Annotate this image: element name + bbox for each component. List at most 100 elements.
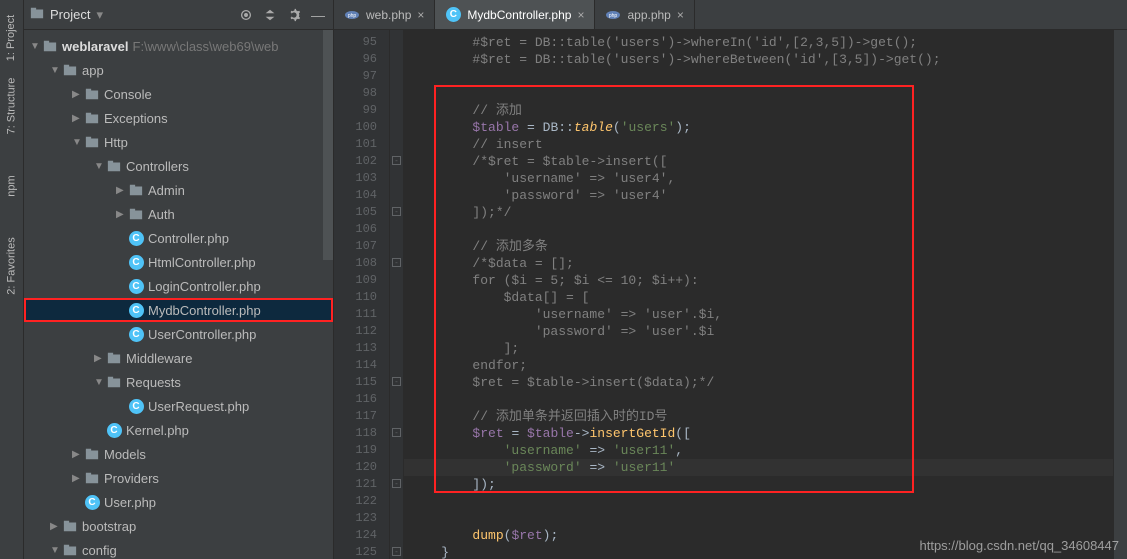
- class-file-icon: C: [128, 278, 144, 294]
- rail-item-favorites[interactable]: 2: Favorites: [6, 237, 18, 294]
- line-number[interactable]: 95: [334, 34, 377, 51]
- line-number[interactable]: 120: [334, 459, 377, 476]
- tree-file-logincontroller-php[interactable]: CLoginController.php: [24, 274, 333, 298]
- tree-file-userrequest-php[interactable]: CUserRequest.php: [24, 394, 333, 418]
- php-file-icon: php: [344, 7, 360, 23]
- line-number[interactable]: 96: [334, 51, 377, 68]
- editor-main: phpweb.php×CMydbController.php×phpapp.ph…: [334, 0, 1127, 559]
- tree-file-htmlcontroller-php[interactable]: CHtmlController.php: [24, 250, 333, 274]
- line-number[interactable]: 109: [334, 272, 377, 289]
- line-number[interactable]: 116: [334, 391, 377, 408]
- line-number[interactable]: 101: [334, 136, 377, 153]
- tree-folder-bootstrap[interactable]: ▶bootstrap: [24, 514, 333, 538]
- tree-file-user-php[interactable]: CUser.php: [24, 490, 333, 514]
- line-number[interactable]: 113: [334, 340, 377, 357]
- tree-folder-auth[interactable]: ▶Auth: [24, 202, 333, 226]
- line-number[interactable]: 103: [334, 170, 377, 187]
- rail-item-npm[interactable]: npm: [6, 175, 18, 196]
- tree-scrollbar[interactable]: [323, 30, 333, 260]
- collapse-icon[interactable]: [261, 6, 279, 24]
- line-number[interactable]: 97: [334, 68, 377, 85]
- class-file-icon: C: [128, 254, 144, 270]
- tree-folder-http[interactable]: ▼Http: [24, 130, 333, 154]
- line-number[interactable]: 105: [334, 204, 377, 221]
- project-tree[interactable]: ▼weblaravelF:\www\class\web69\web▼app▶Co…: [24, 30, 333, 559]
- tree-folder-config[interactable]: ▼config: [24, 538, 333, 559]
- gear-icon[interactable]: [285, 6, 303, 24]
- editor-right-strip: [1113, 30, 1127, 559]
- line-number[interactable]: 104: [334, 187, 377, 204]
- line-number[interactable]: 123: [334, 510, 377, 527]
- tree-file-kernel-php[interactable]: CKernel.php: [24, 418, 333, 442]
- line-number[interactable]: 102: [334, 153, 377, 170]
- fold-handle[interactable]: -: [392, 428, 401, 437]
- class-file-icon: C: [128, 326, 144, 342]
- line-number[interactable]: 121: [334, 476, 377, 493]
- fold-handle[interactable]: -: [392, 377, 401, 386]
- sidebar-header: Project ▾ —: [24, 0, 333, 30]
- svg-text:php: php: [609, 13, 618, 19]
- tab-label: web.php: [366, 8, 411, 22]
- tree-folder-app[interactable]: ▼app: [24, 58, 333, 82]
- class-file-icon: C: [84, 494, 100, 510]
- close-icon[interactable]: ×: [417, 8, 424, 22]
- tree-file-controller-php[interactable]: CController.php: [24, 226, 333, 250]
- fold-column[interactable]: - - - - - - -: [390, 30, 404, 559]
- hide-icon[interactable]: —: [309, 6, 327, 24]
- editor-wrap: 9596979899100101102103104105106107108109…: [334, 30, 1127, 559]
- sidebar-title: Project: [50, 7, 90, 22]
- rail-item-project[interactable]: 1: Project: [6, 15, 18, 61]
- line-number[interactable]: 114: [334, 357, 377, 374]
- line-number[interactable]: 108: [334, 255, 377, 272]
- line-number-gutter[interactable]: 9596979899100101102103104105106107108109…: [334, 30, 390, 559]
- fold-handle[interactable]: -: [392, 547, 401, 556]
- line-number[interactable]: 100: [334, 119, 377, 136]
- editor-tab-app-php[interactable]: php app.php ×: [595, 0, 694, 29]
- folder-icon: [128, 206, 144, 222]
- folder-icon: [84, 470, 100, 486]
- close-icon[interactable]: ×: [577, 8, 584, 22]
- tree-folder-providers[interactable]: ▶Providers: [24, 466, 333, 490]
- line-number[interactable]: 98: [334, 85, 377, 102]
- tool-window-rail-left: 1: Project 7: Structure npm 2: Favorites: [0, 0, 24, 559]
- editor-tab-mydbcontroller-php[interactable]: CMydbController.php×: [435, 0, 595, 29]
- line-number[interactable]: 118: [334, 425, 377, 442]
- line-number[interactable]: 124: [334, 527, 377, 544]
- tree-folder-exceptions[interactable]: ▶Exceptions: [24, 106, 333, 130]
- line-number[interactable]: 125: [334, 544, 377, 559]
- tree-folder-controllers[interactable]: ▼Controllers: [24, 154, 333, 178]
- line-number[interactable]: 119: [334, 442, 377, 459]
- target-icon[interactable]: [237, 6, 255, 24]
- folder-icon: [62, 62, 78, 78]
- line-number[interactable]: 115: [334, 374, 377, 391]
- line-number[interactable]: 112: [334, 323, 377, 340]
- line-number[interactable]: 107: [334, 238, 377, 255]
- editor-tab-web-php[interactable]: php web.php ×: [334, 0, 435, 29]
- tree-folder-requests[interactable]: ▼Requests: [24, 370, 333, 394]
- folder-icon: [106, 350, 122, 366]
- tree-folder-admin[interactable]: ▶Admin: [24, 178, 333, 202]
- tree-folder-middleware[interactable]: ▶Middleware: [24, 346, 333, 370]
- folder-icon: [84, 110, 100, 126]
- fold-handle[interactable]: -: [392, 207, 401, 216]
- line-number[interactable]: 117: [334, 408, 377, 425]
- fold-handle[interactable]: -: [392, 258, 401, 267]
- rail-item-structure[interactable]: 7: Structure: [6, 78, 18, 135]
- line-number[interactable]: 110: [334, 289, 377, 306]
- line-number[interactable]: 106: [334, 221, 377, 238]
- line-number[interactable]: 99: [334, 102, 377, 119]
- fold-handle[interactable]: -: [392, 156, 401, 165]
- tree-folder-console[interactable]: ▶Console: [24, 82, 333, 106]
- line-number[interactable]: 122: [334, 493, 377, 510]
- class-file-icon: C: [128, 398, 144, 414]
- tree-file-usercontroller-php[interactable]: CUserController.php: [24, 322, 333, 346]
- code-editor[interactable]: #$ret = DB::table('users')->whereIn('id'…: [404, 30, 1113, 559]
- line-number[interactable]: 111: [334, 306, 377, 323]
- tab-label: app.php: [627, 8, 670, 22]
- close-icon[interactable]: ×: [677, 8, 684, 22]
- fold-handle[interactable]: -: [392, 479, 401, 488]
- tree-root[interactable]: ▼weblaravelF:\www\class\web69\web: [24, 34, 333, 58]
- tree-folder-models[interactable]: ▶Models: [24, 442, 333, 466]
- project-icon: [30, 6, 44, 23]
- tree-file-mydbcontroller-php[interactable]: CMydbController.php: [24, 298, 333, 322]
